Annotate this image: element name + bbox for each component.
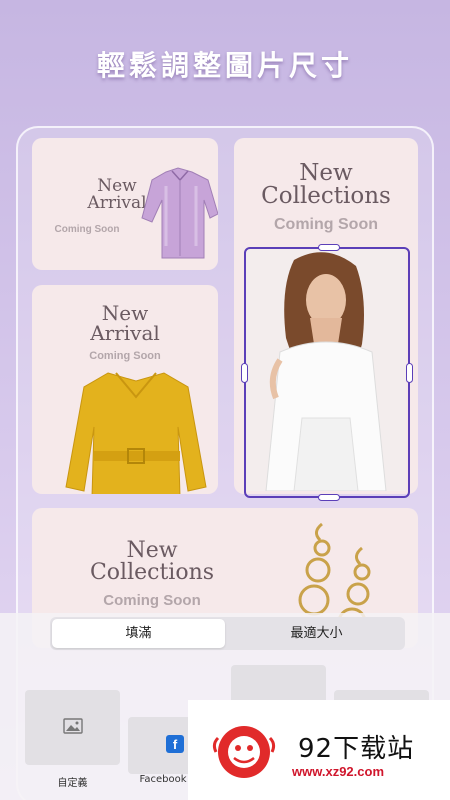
watermark-url: www.xz92.com — [292, 764, 384, 779]
card-subtitle: Coming Soon — [103, 592, 201, 609]
fit-mode-segmented-control: 填滿 最適大小 — [50, 617, 405, 650]
card-heading: New Collections — [234, 162, 418, 208]
heading-line-1: New — [101, 301, 149, 325]
size-preset-custom[interactable] — [25, 690, 120, 765]
heading-line-2: Collections — [261, 183, 391, 209]
size-preset-label: 自定義 — [57, 778, 88, 789]
collage-cell-new-arrival-shirt[interactable]: New Arrival Coming Soon — [32, 138, 218, 270]
collage-cell-new-arrival-coat[interactable]: New Arrival Coming Soon — [32, 285, 218, 494]
watermark: 92下载站 www.xz92.com — [188, 700, 450, 800]
size-preset-3[interactable] — [231, 665, 326, 705]
card-subtitle: Coming Soon — [54, 224, 120, 235]
heading-line-1: New — [299, 160, 353, 186]
card-subtitle: Coming Soon — [89, 350, 161, 362]
card-heading: New Collections — [62, 540, 242, 584]
fit-option[interactable]: 最適大小 — [230, 619, 403, 648]
selection-frame[interactable] — [241, 244, 413, 501]
fill-option[interactable]: 填滿 — [52, 619, 225, 648]
watermark-brand: 92下载站 — [298, 734, 415, 764]
resize-handle-right[interactable] — [406, 363, 413, 383]
resize-handle-bottom[interactable] — [318, 494, 340, 501]
heading-line-2: Collections — [89, 560, 215, 585]
resize-handle-top[interactable] — [318, 244, 340, 251]
heading-line-2: Arrival — [90, 321, 160, 345]
facebook-icon: f — [166, 735, 184, 753]
page-title: 輕鬆調整圖片尺寸 — [96, 49, 353, 82]
card-heading: New Arrival — [32, 303, 218, 343]
watermark-logo-icon — [212, 726, 276, 778]
resize-handle-left[interactable] — [241, 363, 248, 383]
image-icon — [63, 718, 83, 734]
card-subtitle: Coming Soon — [274, 216, 378, 233]
heading-line-1: New — [126, 538, 178, 563]
yellow-coat-image — [65, 372, 207, 494]
purple-shirt-image — [141, 167, 218, 259]
